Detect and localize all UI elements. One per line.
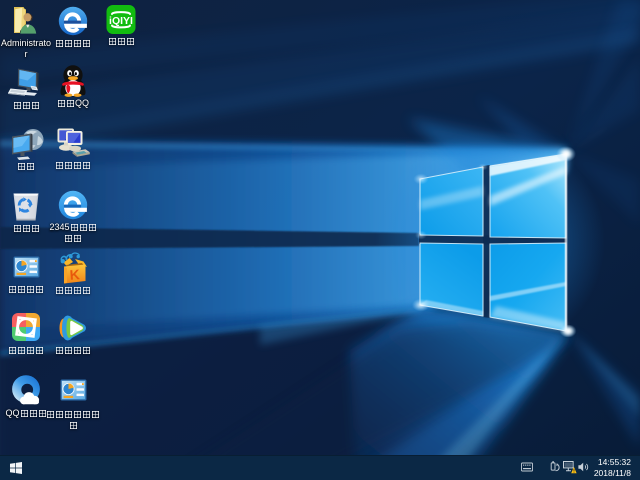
- svg-text:iQIYI: iQIYI: [109, 15, 133, 27]
- svg-text:K: K: [69, 266, 80, 283]
